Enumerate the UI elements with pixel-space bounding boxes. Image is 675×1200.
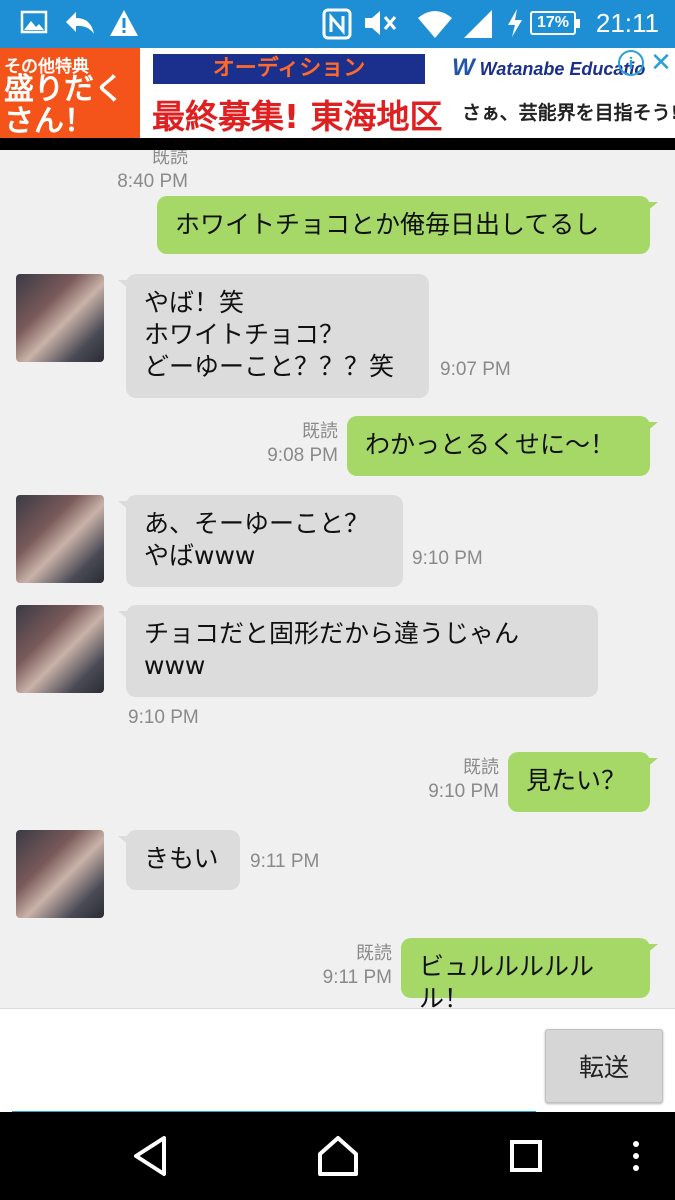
- message-time: 9:07 PM: [440, 359, 511, 380]
- avatar[interactable]: [16, 605, 104, 693]
- system-nav-bar: [0, 1112, 675, 1200]
- ad-audition-label: オーディション: [153, 54, 425, 84]
- compose-bar: 転送: [0, 1008, 675, 1113]
- ad-divider: [0, 138, 675, 150]
- avatar[interactable]: [16, 274, 104, 362]
- message-bubble-sent[interactable]: ホワイトチョコとか俺毎日出してるし: [157, 196, 658, 254]
- nfc-icon: [322, 8, 352, 44]
- message-time: 9:10 PM: [412, 548, 483, 569]
- read-receipt: 既読: [152, 150, 188, 168]
- avatar[interactable]: [16, 830, 104, 918]
- message-time: 8:40 PM: [117, 171, 188, 192]
- message-input[interactable]: [12, 1019, 536, 1113]
- status-time: 21:11: [595, 8, 659, 38]
- message-time: 9:08 PM: [267, 445, 338, 466]
- wifi-icon: [416, 8, 454, 44]
- avatar[interactable]: [16, 495, 104, 583]
- message-time: 9:10 PM: [128, 707, 199, 728]
- message-time: 9:11 PM: [322, 967, 392, 988]
- read-receipt: 既読: [463, 757, 499, 778]
- ad-headline: 最終募集! 東海地区: [152, 97, 443, 136]
- ad-promo-line2: 盛りだく さん！: [4, 72, 124, 138]
- status-bar: 17% 21:11: [0, 0, 675, 48]
- signal-icon: [462, 8, 494, 44]
- message-bubble-received[interactable]: チョコだと固形だから違うじゃん www: [118, 605, 598, 697]
- message-bubble-sent[interactable]: 見たい？: [508, 752, 658, 812]
- home-icon[interactable]: [316, 1134, 360, 1182]
- message-bubble-sent[interactable]: ビュルルルルルル！: [401, 938, 658, 1008]
- message-time: 9:11 PM: [250, 851, 320, 872]
- image-icon: [20, 8, 48, 40]
- message-meta: 既読 8:40 PM: [117, 150, 188, 194]
- message-time: 9:10 PM: [428, 781, 499, 802]
- recents-icon[interactable]: [508, 1134, 544, 1182]
- message-bubble-received[interactable]: きもい: [118, 830, 240, 890]
- ad-subtext: さぁ、芸能界を目指そう!: [462, 102, 675, 124]
- warning-icon: [108, 8, 140, 42]
- message-meta: 既読 9:11 PM: [323, 942, 392, 990]
- mute-icon: [362, 8, 398, 42]
- battery-indicator: 17%: [530, 11, 580, 35]
- ad-promo-block: その他特典 盛りだく さん！: [0, 48, 140, 138]
- charging-icon: [506, 8, 524, 42]
- message-bubble-received[interactable]: やば！笑 ホワイトチョコ？ どーゆーこと？？？笑: [118, 274, 429, 398]
- send-button[interactable]: 転送: [545, 1029, 663, 1103]
- read-receipt: 既読: [356, 943, 392, 964]
- ad-banner[interactable]: その他特典 盛りだく さん！ オーディション W Watanabe Educat…: [0, 48, 675, 138]
- ad-brand: W Watanabe Educatio: [452, 54, 645, 82]
- ad-close-icon[interactable]: ✕: [648, 48, 674, 76]
- message-bubble-sent[interactable]: わかっとるくせに〜！: [347, 416, 658, 476]
- message-bubble-received[interactable]: あ、そーゆーこと？ やばwww: [118, 495, 403, 587]
- read-receipt: 既読: [302, 421, 338, 442]
- more-options-icon[interactable]: [628, 1134, 644, 1182]
- ad-info-icon[interactable]: i: [618, 50, 644, 76]
- message-meta: 既読 9:10 PM: [428, 756, 499, 804]
- back-icon[interactable]: [130, 1134, 170, 1182]
- message-meta: 既読 9:08 PM: [267, 420, 338, 468]
- reply-icon: [64, 8, 96, 42]
- chat-log[interactable]: 既読 8:40 PM ホワイトチョコとか俺毎日出してるし やば！笑 ホワイトチョ…: [0, 150, 675, 1008]
- ad-brand-logo-icon: W: [452, 54, 475, 81]
